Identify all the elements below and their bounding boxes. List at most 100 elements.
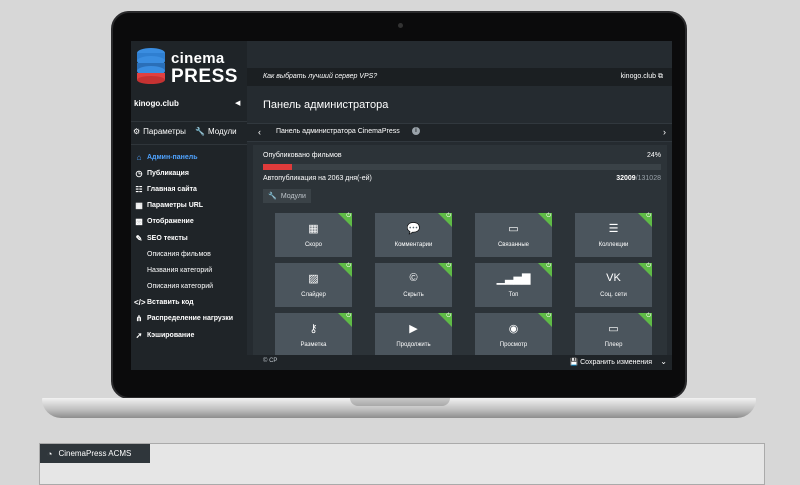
power-icon[interactable]: ⏻ <box>346 313 351 320</box>
published-percent: 24% <box>646 152 661 159</box>
module-tile[interactable]: ⏻ © Скрыть <box>375 263 452 307</box>
breadcrumb: ‹ Панель администратора CinemaPress i › <box>247 123 672 142</box>
power-icon[interactable]: ⏻ <box>546 263 551 270</box>
nav-item-publication[interactable]: ◷ Публикация <box>131 165 247 181</box>
autopublish-label: Автопубликация на 2063 дня(-ей) <box>263 175 372 182</box>
module-tile[interactable]: ⏻ ☰ Коллекции <box>575 213 652 257</box>
publish-progress-fill <box>263 164 292 170</box>
clock-icon: ◷ <box>135 168 143 178</box>
info-icon[interactable]: i <box>412 127 420 135</box>
monitor-icon: ▭ <box>608 323 619 335</box>
site-link[interactable]: kinogo.club ⧉ <box>621 73 663 81</box>
power-icon[interactable]: ⏻ <box>446 213 451 220</box>
chevron-right-icon[interactable]: › <box>663 127 666 137</box>
power-icon[interactable]: ⏻ <box>646 313 651 320</box>
copyright: © CP <box>263 358 278 364</box>
module-tile[interactable]: ⏻ ▁▃▅▇ Топ <box>475 263 552 307</box>
nav-item-admin-panel[interactable]: ⌂ Админ-панель <box>131 149 247 165</box>
module-tile[interactable]: ⏻ ▨ Слайдер <box>275 263 352 307</box>
gears-icon: ⚙ <box>133 127 141 136</box>
module-tile[interactable]: ⏻ ◉ Просмотр <box>475 313 552 357</box>
play-icon: ▶ <box>409 323 418 335</box>
tab-parameters[interactable]: ⚙ Параметры <box>133 127 186 136</box>
nav-sub-category-names[interactable]: Названия категорий <box>131 262 247 278</box>
module-tile-label: Соц. сети <box>600 292 627 298</box>
power-icon[interactable]: ⏻ <box>446 263 451 270</box>
power-icon[interactable]: ⏻ <box>346 263 351 270</box>
module-tile[interactable]: ⏻ ▭ Связанные <box>475 213 552 257</box>
top-bar: Как выбрать лучший сервер VPS? kinogo.cl… <box>247 68 672 86</box>
tab-modules-label: Модули <box>207 127 237 136</box>
admin-screen: cinema PRESS kinogo.club ◀ ⚙ Параметры 🔧 М… <box>131 41 672 370</box>
autopublish-count-current: 32009 <box>616 175 636 182</box>
publish-progress-bar <box>263 164 661 170</box>
module-tile-label: Скоро <box>304 242 323 248</box>
save-changes-button[interactable]: 💾 Сохранить изменения <box>569 358 652 366</box>
power-icon[interactable]: ⏻ <box>446 313 451 320</box>
chevron-left-icon[interactable]: ‹ <box>258 127 261 137</box>
nav-item-url-params[interactable]: ▦ Параметры URL <box>131 198 247 214</box>
power-icon[interactable]: ⏻ <box>546 213 551 220</box>
module-tile-label: Комментарии <box>394 242 433 248</box>
rocket-icon: ➚ <box>135 330 143 340</box>
calendar-icon: ▦ <box>308 223 319 235</box>
power-icon[interactable]: ⏻ <box>646 263 651 270</box>
key-icon: ⚷ <box>309 323 318 335</box>
nav-label: SEO тексты <box>147 234 188 242</box>
nav-sub-movie-descriptions[interactable]: Описания фильмов <box>131 246 247 262</box>
module-tile[interactable]: ⏻ ⚷ Разметка <box>275 313 352 357</box>
module-tile-label: Плеер <box>604 342 623 348</box>
laptop-notch <box>350 398 450 406</box>
main-content: Как выбрать лучший сервер VPS? kinogo.cl… <box>247 41 672 370</box>
database-logo-icon <box>137 48 165 84</box>
nav-sub-category-descriptions[interactable]: Описания категорий <box>131 279 247 295</box>
wrench-icon: 🔧 <box>195 127 205 136</box>
nav-item-display[interactable]: ▩ Отображение <box>131 214 247 230</box>
page-title: Панель администратора <box>263 99 389 111</box>
dashboard-icon: ◔ <box>47 448 53 459</box>
chevron-down-icon[interactable]: ⌄ <box>660 357 667 366</box>
comments-icon: 💬 <box>406 223 421 235</box>
external-link-icon: ⧉ <box>658 73 663 80</box>
vk-icon: VK <box>606 272 621 284</box>
logo[interactable]: cinema PRESS <box>135 47 245 87</box>
module-tile[interactable]: ⏻ ▦ Скоро <box>275 213 352 257</box>
logo-text-top: cinema <box>171 50 225 67</box>
nav-label: Вставить код <box>147 299 194 307</box>
sidebar-tabs: ⚙ Параметры 🔧 Модули <box>131 121 247 145</box>
module-tile-label: Слайдер <box>301 292 326 298</box>
nav-item-load-balancing[interactable]: ⋔ Распределение нагрузки <box>131 311 247 327</box>
module-tile[interactable]: ⏻ VK Соц. сети <box>575 263 652 307</box>
image-icon: ▨ <box>308 273 319 285</box>
related-icon: ▭ <box>508 223 519 235</box>
save-changes-label: Сохранить изменения <box>580 359 652 366</box>
power-icon[interactable]: ⏻ <box>546 313 551 320</box>
modules-button[interactable]: 🔧 Модули <box>263 189 311 203</box>
share-icon: ⋔ <box>135 314 143 324</box>
nav-label: Публикация <box>147 169 189 177</box>
footer-bar: © CP 💾 Сохранить изменения ⌄ <box>247 355 672 370</box>
vps-article-link[interactable]: Как выбрать лучший сервер VPS? <box>263 73 377 80</box>
camera-dot <box>398 23 403 28</box>
collapse-caret-icon[interactable]: ◀ <box>235 99 240 107</box>
module-tile[interactable]: ⏻ ▶ Продолжить <box>375 313 452 357</box>
nav-item-insert-code[interactable]: </> Вставить код <box>131 295 247 311</box>
nav-item-seo-texts[interactable]: ✎ SEO тексты <box>131 230 247 246</box>
power-icon[interactable]: ⏻ <box>646 213 651 220</box>
tab-modules[interactable]: 🔧 Модули <box>195 127 237 136</box>
nav-item-homepage[interactable]: ☷ Главная сайта <box>131 181 247 197</box>
power-icon[interactable]: ⏻ <box>346 213 351 220</box>
module-tile[interactable]: ⏻ ▭ Плеер <box>575 313 652 357</box>
grid-icon: ▩ <box>135 217 143 227</box>
nav-item-caching[interactable]: ➚ Кэширование <box>131 327 247 343</box>
module-tile[interactable]: ⏻ 💬 Комментарии <box>375 213 452 257</box>
copyright-icon: © <box>409 272 418 284</box>
modules-button-label: Модули <box>280 192 306 200</box>
bottom-tab[interactable]: ◔ CinemaPress ACMS <box>40 444 150 463</box>
module-tile-label: Разметка <box>300 342 327 348</box>
module-tile-label: Скрыть <box>403 292 424 298</box>
nav-label: Параметры URL <box>147 202 204 210</box>
home-icon: ⌂ <box>136 152 142 162</box>
nav-label: Админ-панель <box>147 153 198 161</box>
table-icon: ▦ <box>135 201 143 211</box>
